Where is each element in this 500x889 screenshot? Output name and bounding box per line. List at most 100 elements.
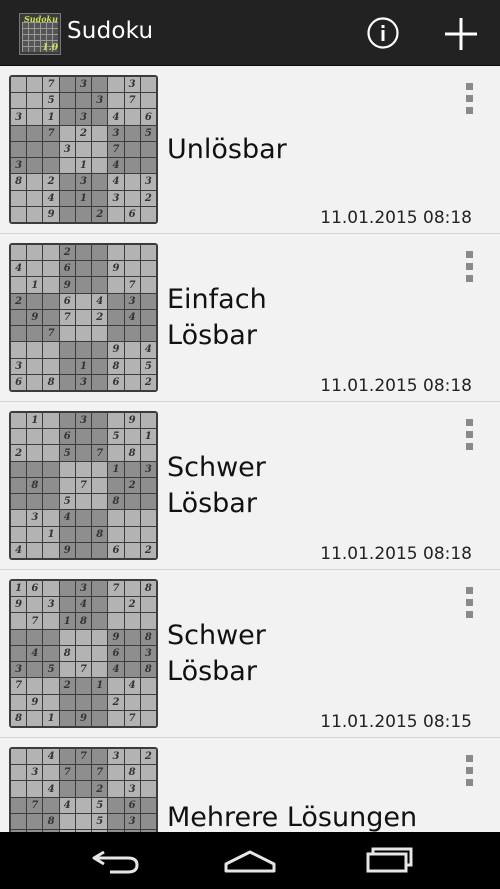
app-icon-title: Sudoku bbox=[24, 14, 58, 24]
sudoku-cell: 7 bbox=[27, 613, 43, 629]
sudoku-cell: 9 bbox=[59, 542, 75, 558]
sudoku-cell bbox=[11, 461, 27, 477]
sudoku-cell: 2 bbox=[108, 694, 124, 710]
sudoku-cell: 3 bbox=[75, 581, 92, 597]
sudoku-cell bbox=[108, 781, 124, 797]
sudoku-title-line: Mehrere Lösungen bbox=[167, 802, 418, 832]
sudoku-cell: 4 bbox=[11, 542, 27, 558]
sudoku-list[interactable]: 7 3 3 5 3 7 3 1 3 4 6 7 2 3 5 3 7 3 1 4 8 2 3 4 3 4 1 3 2 9 2 6 Unlösbar… bbox=[0, 66, 500, 832]
overflow-dot-icon bbox=[466, 611, 473, 618]
sudoku-cell bbox=[11, 494, 27, 510]
sudoku-title-line: Lösbar bbox=[167, 320, 257, 351]
add-button[interactable] bbox=[443, 16, 479, 52]
sudoku-cell: 6 bbox=[108, 374, 124, 390]
sudoku-cell bbox=[59, 342, 75, 358]
sudoku-cell bbox=[124, 662, 140, 678]
sudoku-cell bbox=[11, 141, 27, 158]
sudoku-cell bbox=[108, 797, 124, 813]
sudoku-list-item[interactable]: 1 3 9 6 5 1 2 5 7 8 1 3 8 7 2 5 8 3 4 1 8 4 9 6 2 Schwer Lösbar 11.… bbox=[0, 402, 500, 570]
sudoku-cell bbox=[108, 445, 124, 461]
sudoku-cell bbox=[108, 613, 124, 629]
sudoku-cell: 6 bbox=[140, 109, 156, 125]
sudoku-cell bbox=[75, 342, 92, 358]
sudoku-cell bbox=[124, 694, 140, 710]
sudoku-cell: 8 bbox=[140, 629, 156, 645]
sudoku-cell bbox=[92, 597, 108, 613]
sudoku-thumbnail-grid: 473237784237456853 bbox=[11, 749, 156, 832]
sudoku-cell: 7 bbox=[108, 581, 124, 597]
sudoku-cell bbox=[75, 645, 92, 662]
recents-button[interactable] bbox=[360, 842, 416, 878]
sudoku-cell bbox=[124, 542, 140, 558]
sudoku-cell bbox=[108, 245, 124, 261]
sudoku-timestamp: 11.01.2015 08:18 bbox=[320, 208, 472, 228]
sudoku-cell bbox=[108, 413, 124, 429]
sudoku-cell bbox=[27, 342, 43, 358]
sudoku-cell bbox=[43, 245, 59, 261]
sudoku-list-item[interactable]: 4 7 3 2 3 7 7 8 4 2 3 7 4 5 6 8 5 3 Mehrere Lösungen bbox=[0, 738, 500, 832]
sudoku-thumbnail: 473237784237456853 bbox=[9, 747, 158, 832]
sudoku-cell: 3 bbox=[124, 781, 140, 797]
overflow-menu-button[interactable] bbox=[460, 248, 480, 288]
sudoku-cell bbox=[59, 662, 75, 678]
app-icon-version: 1.0 bbox=[42, 43, 58, 53]
sudoku-cell bbox=[11, 277, 27, 293]
sudoku-cell bbox=[124, 125, 140, 141]
home-button[interactable] bbox=[222, 842, 278, 878]
sudoku-cell bbox=[140, 781, 156, 797]
sudoku-cell bbox=[140, 141, 156, 158]
sudoku-cell bbox=[92, 109, 108, 125]
sudoku-cell bbox=[11, 797, 27, 813]
sudoku-cell bbox=[140, 597, 156, 613]
sudoku-cell bbox=[27, 629, 43, 645]
sudoku-cell bbox=[124, 461, 140, 477]
sudoku-cell bbox=[75, 694, 92, 710]
sudoku-cell bbox=[11, 190, 27, 206]
sudoku-cell: 9 bbox=[59, 277, 75, 293]
sudoku-cell bbox=[92, 662, 108, 678]
sudoku-cell bbox=[124, 109, 140, 125]
overflow-menu-button[interactable] bbox=[460, 584, 480, 624]
sudoku-list-item[interactable]: 7 3 3 5 3 7 3 1 3 4 6 7 2 3 5 3 7 3 1 4 8 2 3 4 3 4 1 3 2 9 2 6 Unlösbar… bbox=[0, 66, 500, 234]
sudoku-cell bbox=[43, 293, 59, 309]
sudoku-cell: 4 bbox=[108, 158, 124, 174]
sudoku-cell bbox=[92, 326, 108, 342]
sudoku-cell bbox=[27, 526, 43, 542]
sudoku-cell: 7 bbox=[92, 765, 108, 781]
sudoku-cell bbox=[124, 358, 140, 374]
sudoku-cell: 5 bbox=[59, 445, 75, 461]
sudoku-list-item[interactable]: 2 4 6 9 1 9 7 2 6 4 3 9 7 2 4 7 9 4 3 1 8 5 6 8 3 6 2 Einfach Lösbar… bbox=[0, 234, 500, 402]
sudoku-cell bbox=[43, 494, 59, 510]
sudoku-cell: 2 bbox=[59, 678, 75, 694]
sudoku-timestamp: 11.01.2015 08:15 bbox=[320, 712, 472, 732]
back-button[interactable] bbox=[88, 842, 144, 878]
sudoku-cell bbox=[11, 477, 27, 494]
sudoku-cell: 1 bbox=[43, 526, 59, 542]
sudoku-cell bbox=[27, 749, 43, 765]
overflow-menu-button[interactable] bbox=[460, 752, 480, 792]
sudoku-cell: 8 bbox=[43, 374, 59, 390]
overflow-menu-button[interactable] bbox=[460, 416, 480, 456]
back-icon bbox=[92, 850, 139, 874]
sudoku-cell: 4 bbox=[92, 293, 108, 309]
sudoku-list-item[interactable]: 1 6 3 7 8 9 3 4 2 7 1 8 9 8 4 8 6 3 3 5 7 4 8 7 2 1 4 9 2 8 1 9 7 Schwer L… bbox=[0, 570, 500, 738]
sudoku-title-line: Schwer bbox=[167, 452, 266, 483]
sudoku-cell bbox=[140, 413, 156, 429]
sudoku-cell: 3 bbox=[75, 109, 92, 125]
sudoku-cell bbox=[59, 109, 75, 125]
sudoku-cell bbox=[43, 645, 59, 662]
sudoku-cell: 6 bbox=[124, 206, 140, 222]
sudoku-cell: 3 bbox=[108, 190, 124, 206]
sudoku-cell bbox=[140, 277, 156, 293]
overflow-menu-button[interactable] bbox=[460, 80, 480, 120]
sudoku-cell: 9 bbox=[43, 206, 59, 222]
sudoku-cell bbox=[124, 326, 140, 342]
sudoku-cell bbox=[108, 678, 124, 694]
sudoku-cell bbox=[11, 749, 27, 765]
sudoku-cell: 8 bbox=[75, 613, 92, 629]
sudoku-cell: 1 bbox=[27, 413, 43, 429]
info-button[interactable] bbox=[366, 16, 400, 50]
sudoku-thumbnail: 163789342718984863357487214928197 bbox=[9, 579, 158, 728]
sudoku-cell: 8 bbox=[43, 813, 59, 830]
sudoku-cell: 3 bbox=[124, 77, 140, 93]
